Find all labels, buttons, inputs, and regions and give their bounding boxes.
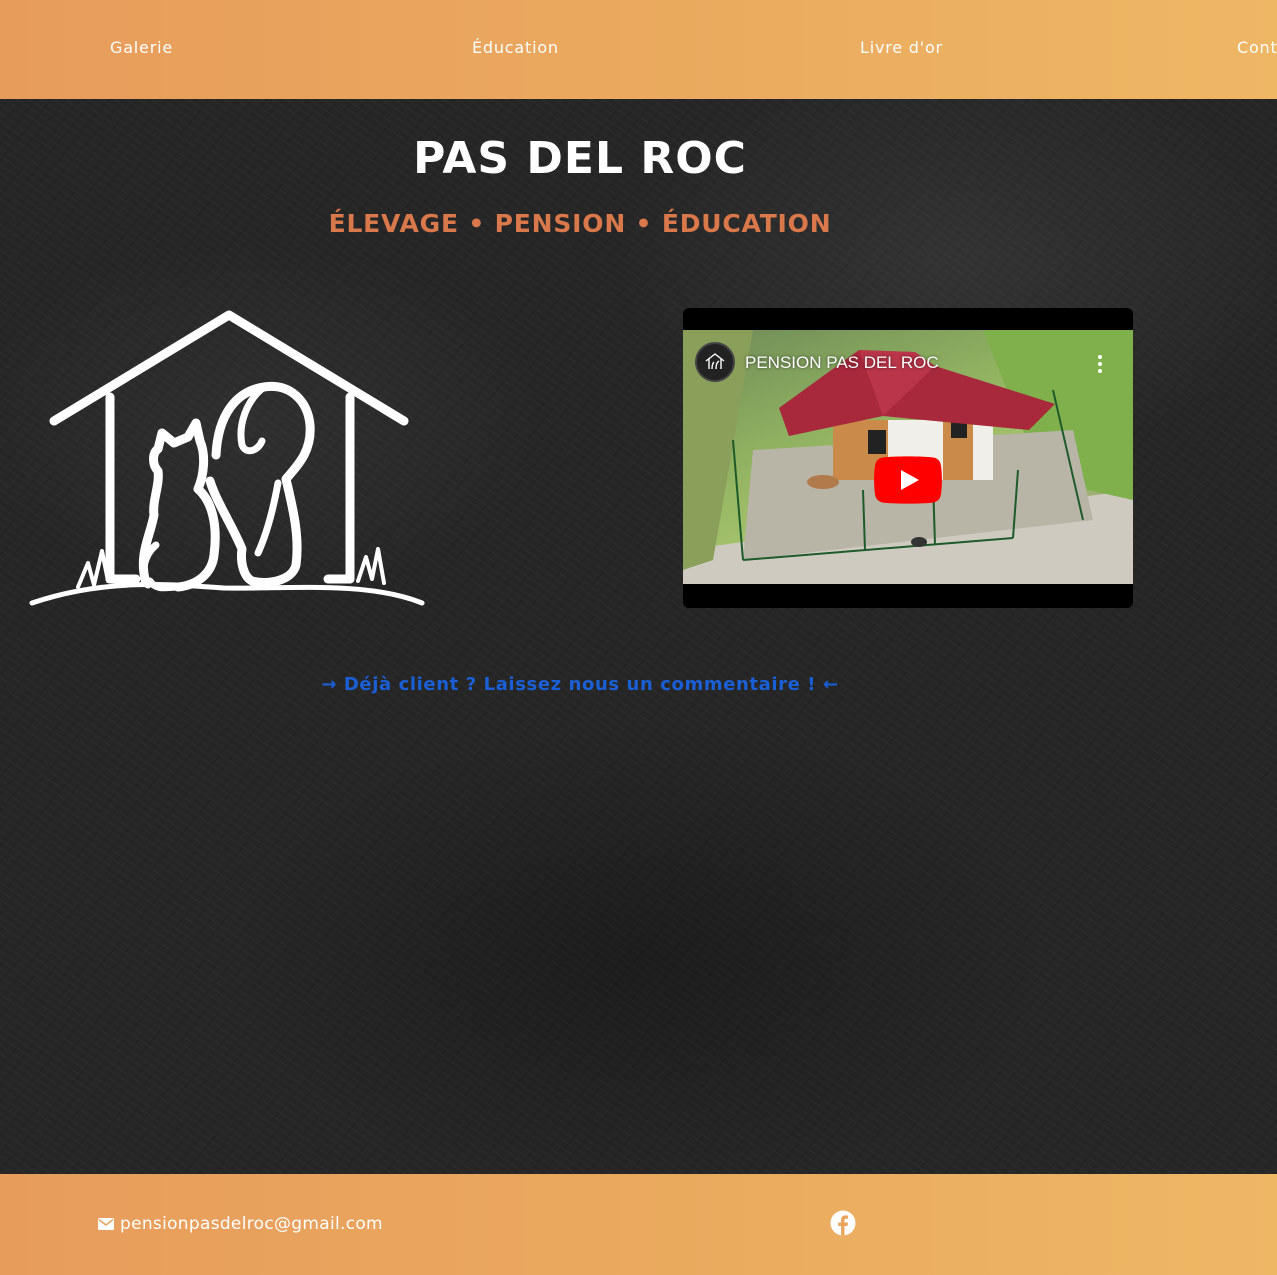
hero-section bbox=[0, 99, 1277, 1174]
nav-item-education[interactable]: Éducation bbox=[472, 38, 559, 57]
youtube-video-embed[interactable]: PENSION PAS DEL ROC bbox=[683, 308, 1133, 608]
nav-item-livre-dor[interactable]: Livre d'or bbox=[860, 38, 943, 57]
footer-email-link[interactable]: pensionpasdelroc@gmail.com bbox=[98, 1214, 383, 1234]
more-options-icon[interactable] bbox=[1097, 354, 1103, 374]
site-tagline: ÉLEVAGE • PENSION • ÉDUCATION bbox=[328, 209, 832, 238]
youtube-play-icon[interactable] bbox=[874, 456, 942, 504]
video-thumbnail: PENSION PAS DEL ROC bbox=[683, 330, 1133, 584]
nav-item-galerie[interactable]: Galerie bbox=[110, 38, 173, 57]
footer: pensionpasdelroc@gmail.com bbox=[0, 1174, 1277, 1275]
site-title: PAS DEL ROC bbox=[413, 133, 747, 184]
envelope-icon bbox=[98, 1218, 114, 1230]
facebook-icon[interactable] bbox=[830, 1210, 856, 1236]
house-cat-dog-logo-icon bbox=[28, 305, 428, 610]
channel-avatar[interactable] bbox=[695, 342, 735, 382]
video-title[interactable]: PENSION PAS DEL ROC bbox=[745, 353, 939, 373]
leave-review-link[interactable]: → Déjà client ? Laissez nous un commenta… bbox=[0, 674, 1160, 695]
nav-item-contact[interactable]: Cont bbox=[1237, 38, 1277, 57]
top-navigation: Galerie Éducation Livre d'or Cont bbox=[0, 0, 1277, 99]
footer-email-text: pensionpasdelroc@gmail.com bbox=[120, 1214, 383, 1234]
